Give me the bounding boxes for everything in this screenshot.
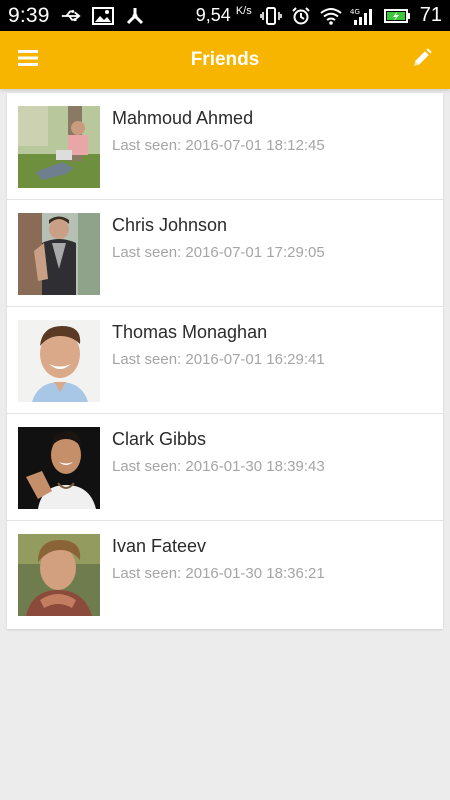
network-type: 4G <box>350 8 360 16</box>
edit-icon <box>412 47 432 73</box>
friend-last-seen: Last seen: 2016-07-01 16:29:41 <box>112 351 325 368</box>
avatar <box>18 213 100 295</box>
menu-button[interactable] <box>0 31 56 89</box>
friend-text: Mahmoud Ahmed Last seen: 2016-07-01 18:1… <box>112 107 325 156</box>
avatar <box>18 106 100 188</box>
friend-row[interactable]: Mahmoud Ahmed Last seen: 2016-07-01 18:1… <box>7 93 443 200</box>
menu-icon <box>18 49 38 71</box>
battery-percent: 71 <box>419 4 442 26</box>
friend-text: Ivan Fateev Last seen: 2016-01-30 18:36:… <box>112 535 325 584</box>
friend-text: Chris Johnson Last seen: 2016-07-01 17:2… <box>112 214 325 263</box>
status-left: 9:39 <box>8 4 146 28</box>
image-icon <box>91 6 114 25</box>
status-right: 9,54 K/s 4G 71 <box>196 4 442 27</box>
avatar <box>18 534 100 616</box>
battery-icon <box>383 7 412 25</box>
status-bar: 9:39 9,54 K/s 4G 71 <box>0 0 450 31</box>
friend-text: Thomas Monaghan Last seen: 2016-07-01 16… <box>112 321 325 370</box>
signal-icon: 4G <box>350 7 376 25</box>
friends-list: Mahmoud Ahmed Last seen: 2016-07-01 18:1… <box>7 93 443 629</box>
vibrate-icon <box>259 6 282 25</box>
avatar <box>18 427 100 509</box>
alarm-icon <box>290 6 312 25</box>
friend-name: Mahmoud Ahmed <box>112 108 254 128</box>
friend-name: Chris Johnson <box>112 215 228 235</box>
friend-row[interactable]: Chris Johnson Last seen: 2016-07-01 17:2… <box>7 200 443 307</box>
network-speed: 9,54 K/s <box>195 5 252 25</box>
app-bar: Friends <box>0 31 450 89</box>
friend-name: Clark Gibbs <box>112 429 207 449</box>
friend-last-seen: Last seen: 2016-01-30 18:39:43 <box>112 458 325 475</box>
friend-name: Ivan Fateev <box>112 536 207 556</box>
friend-name: Thomas Monaghan <box>112 322 268 342</box>
friend-row[interactable]: Ivan Fateev Last seen: 2016-01-30 18:36:… <box>7 521 443 629</box>
friend-last-seen: Last seen: 2016-01-30 18:36:21 <box>112 565 325 582</box>
status-time: 9:39 <box>8 3 50 27</box>
page-title: Friends <box>190 49 260 70</box>
fan-icon <box>124 7 146 25</box>
friend-text: Clark Gibbs Last seen: 2016-01-30 18:39:… <box>112 428 325 477</box>
wifi-icon <box>320 7 342 25</box>
friend-row[interactable]: Clark Gibbs Last seen: 2016-01-30 18:39:… <box>7 414 443 521</box>
avatar <box>18 320 100 402</box>
friend-last-seen: Last seen: 2016-07-01 17:29:05 <box>112 244 325 261</box>
usb-icon <box>60 7 82 25</box>
edit-button[interactable] <box>394 31 450 89</box>
friend-last-seen: Last seen: 2016-07-01 18:12:45 <box>112 137 325 154</box>
friend-row[interactable]: Thomas Monaghan Last seen: 2016-07-01 16… <box>7 307 443 414</box>
